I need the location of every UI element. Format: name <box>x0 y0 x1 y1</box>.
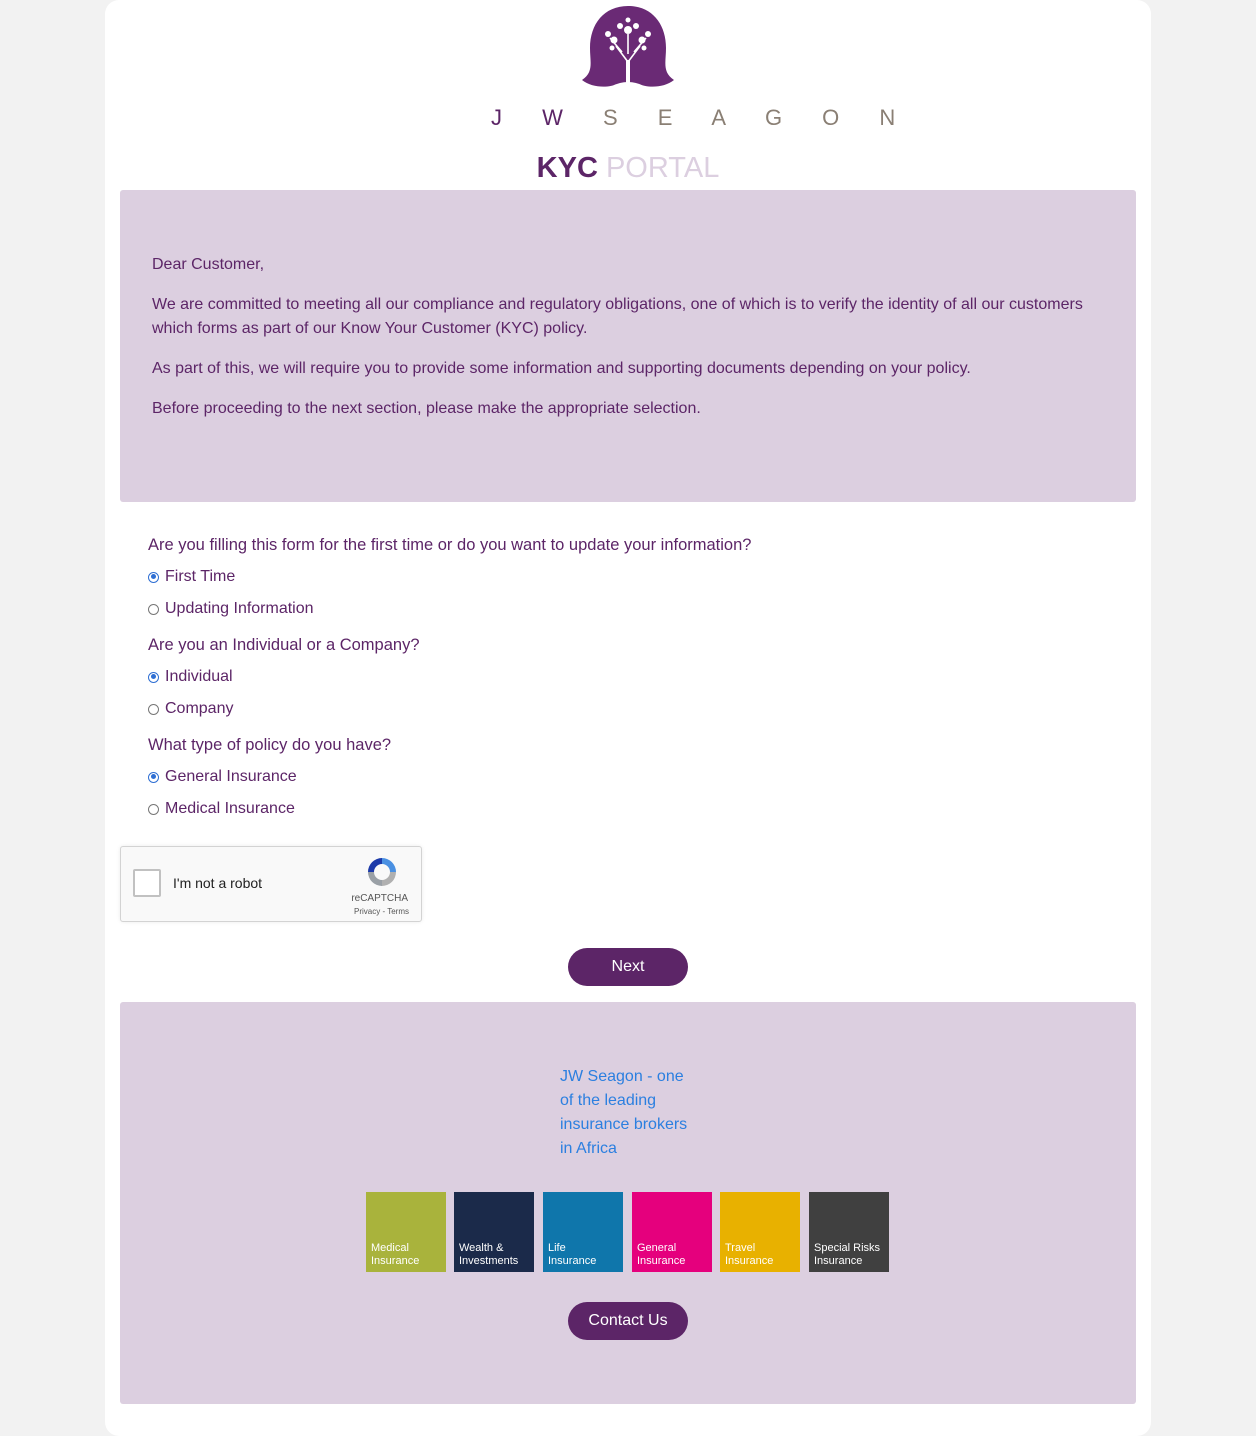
page-title-kyc: KYC <box>536 152 598 184</box>
radio-label: First Time <box>165 568 236 585</box>
question-customer-type: Are you an Individual or a Company? Indi… <box>148 633 1108 725</box>
recaptcha-privacy-terms-link[interactable]: Privacy - Terms <box>354 907 409 916</box>
tile-travel-insurance[interactable]: Travel Insurance <box>720 1192 800 1272</box>
tile-line: Wealth & <box>459 1242 504 1254</box>
selection-form: Are you filling this form for the first … <box>148 533 1108 833</box>
wordmark-jw: J W <box>491 105 580 130</box>
radio-selected-icon[interactable] <box>148 771 159 783</box>
next-button[interactable]: Next <box>568 948 688 986</box>
recaptcha-checkbox[interactable] <box>133 869 161 897</box>
tile-line: Life <box>548 1242 566 1254</box>
tile-line: Medical <box>371 1242 409 1254</box>
page-title-portal: PORTAL <box>605 152 720 184</box>
recaptcha-label: I'm not a robot <box>173 875 263 891</box>
question-policy-type: What type of policy do you have? General… <box>148 733 1108 825</box>
brand-wordmark: J W S E A G O N <box>491 104 895 132</box>
radio-label: Updating Information <box>165 600 314 617</box>
tile-life-insurance[interactable]: Life Insurance <box>543 1192 623 1272</box>
radio-selected-icon[interactable] <box>148 571 159 583</box>
tile-line: Insurance <box>725 1255 774 1267</box>
tile-medical-insurance[interactable]: Medical Insurance <box>366 1192 446 1272</box>
question-form-status: Are you filling this form for the first … <box>148 533 1108 625</box>
intro-panel: Dear Customer, We are committed to meeti… <box>120 190 1136 502</box>
recaptcha-brand: reCAPTCHA <box>351 893 408 904</box>
radio-general-insurance[interactable]: General Insurance <box>148 761 1108 793</box>
tile-line: Investments <box>459 1255 519 1267</box>
tile-line: Insurance <box>637 1255 686 1267</box>
intro-greeting: Dear Customer, <box>152 256 265 273</box>
radio-label: General Insurance <box>165 768 297 785</box>
question-label: What type of policy do you have? <box>148 736 392 754</box>
tile-line: Insurance <box>814 1255 863 1267</box>
tile-wealth-investments[interactable]: Wealth & Investments <box>454 1192 534 1272</box>
tile-line: Special Risks <box>814 1242 881 1254</box>
radio-selected-icon[interactable] <box>148 671 159 683</box>
radio-medical-insurance[interactable]: Medical Insurance <box>148 793 1108 825</box>
question-label: Are you an Individual or a Company? <box>148 636 420 654</box>
tree-logo-icon <box>582 6 674 87</box>
footer-tagline: JW Seagon - one of the leading insurance… <box>560 1068 688 1157</box>
radio-unselected-icon[interactable] <box>148 803 159 815</box>
recaptcha-widget: I'm not a robot reCAPTCHA Privacy - Term… <box>120 846 422 922</box>
intro-paragraph: We are committed to meeting all our comp… <box>152 296 1083 337</box>
tile-line: Insurance <box>371 1255 420 1267</box>
tile-line: Insurance <box>548 1255 597 1267</box>
recaptcha-logo-icon <box>368 858 396 886</box>
radio-unselected-icon[interactable] <box>148 703 159 715</box>
wordmark-seagon: S E A G O N <box>603 105 913 130</box>
question-label: Are you filling this form for the first … <box>148 536 752 554</box>
radio-label: Company <box>165 700 234 717</box>
intro-paragraph: As part of this, we will require you to … <box>152 360 971 377</box>
contact-us-button[interactable]: Contact Us <box>568 1302 688 1340</box>
radio-first-time[interactable]: First Time <box>148 561 1108 593</box>
radio-label: Medical Insurance <box>165 800 295 817</box>
radio-label: Individual <box>165 668 233 685</box>
radio-company[interactable]: Company <box>148 693 1108 725</box>
intro-paragraph: Before proceeding to the next section, p… <box>152 400 701 417</box>
tile-general-insurance[interactable]: General Insurance <box>632 1192 712 1272</box>
tile-special-risks-insurance[interactable]: Special Risks Insurance <box>809 1192 889 1272</box>
radio-individual[interactable]: Individual <box>148 661 1108 693</box>
page-title: KYC PORTAL <box>105 150 1151 186</box>
main-card: J W S E A G O N KYC PORTAL Dear Customer… <box>105 0 1151 1436</box>
radio-updating-information[interactable]: Updating Information <box>148 593 1108 625</box>
tile-line: General <box>637 1242 677 1254</box>
tile-line: Travel <box>725 1242 756 1254</box>
footer-panel: JW Seagon - one of the leading insurance… <box>120 1002 1136 1404</box>
radio-unselected-icon[interactable] <box>148 603 159 615</box>
